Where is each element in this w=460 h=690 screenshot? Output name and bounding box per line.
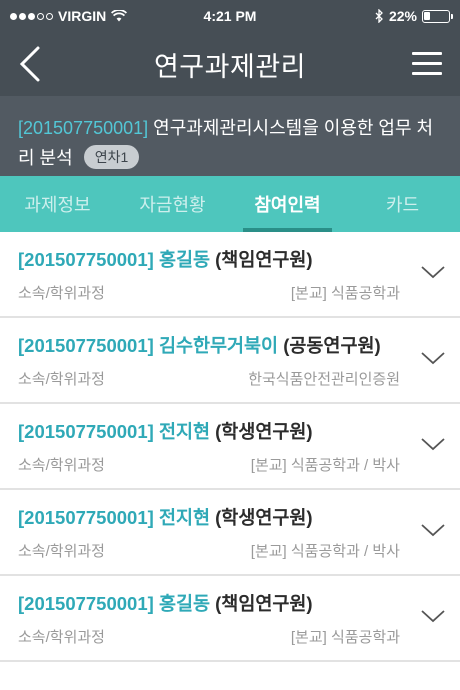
item-subline: 소속/학위과정 한국식품안전관리인증원	[18, 368, 400, 389]
member-role: (책임연구원)	[215, 593, 313, 614]
member-id: [201507750001]	[18, 249, 154, 270]
tab-bar: 과제정보 자금현황 참여인력 카드	[0, 176, 460, 232]
signal-dots-icon	[10, 12, 53, 20]
tab-project-info[interactable]: 과제정보	[0, 176, 115, 232]
hamburger-menu-icon[interactable]	[412, 52, 442, 76]
tab-card[interactable]: 카드	[345, 176, 460, 232]
member-id: [201507750001]	[18, 507, 154, 528]
battery-percent: 22%	[388, 8, 417, 24]
member-role: (학생연구원)	[215, 507, 313, 528]
carrier-label: VIRGIN	[58, 8, 107, 24]
chevron-down-icon[interactable]	[420, 264, 446, 280]
list-item[interactable]: [201507750001] 홍길동 (책임연구원) 소속/학위과정 [본교] …	[0, 232, 460, 318]
affiliation-label: 소속/학위과정	[18, 371, 105, 388]
member-role: (책임연구원)	[215, 249, 313, 270]
tab-fund-status[interactable]: 자금현황	[115, 176, 230, 232]
chevron-down-icon[interactable]	[420, 608, 446, 624]
member-name: 전지현	[158, 421, 210, 442]
wifi-icon	[111, 10, 128, 22]
item-title: [201507750001] 홍길동 (책임연구원)	[18, 246, 400, 272]
participant-list: [201507750001] 홍길동 (책임연구원) 소속/학위과정 [본교] …	[0, 232, 460, 662]
battery-icon	[421, 9, 453, 23]
status-right: 22%	[300, 8, 453, 24]
nav-bar: 연구과제관리	[0, 32, 460, 96]
back-chevron-icon[interactable]	[14, 44, 50, 84]
list-item[interactable]: [201507750001] 전지현 (학생연구원) 소속/학위과정 [본교] …	[0, 490, 460, 576]
affiliation-value: [본교] 식품공학과 / 박사	[250, 543, 400, 560]
affiliation-value: [본교] 식품공학과	[290, 629, 400, 646]
affiliation-label: 소속/학위과정	[18, 629, 105, 646]
page-title: 연구과제관리	[153, 51, 307, 82]
member-name: 김수한무거북이	[158, 335, 279, 356]
status-bar: VIRGIN 4:21 PM 22%	[0, 0, 460, 32]
member-name: 홍길동	[158, 593, 210, 614]
status-time: 4:21 PM	[203, 8, 257, 24]
status-left: VIRGIN	[10, 8, 160, 24]
item-title: [201507750001] 김수한무거북이 (공동연구원)	[18, 332, 400, 358]
project-header: [201507750001] 연구과제관리시스템을 이용한 업무 처리 분석 연…	[0, 96, 460, 176]
year-badge: 연차1	[83, 145, 140, 169]
item-title: [201507750001] 전지현 (학생연구원)	[18, 504, 400, 530]
item-subline: 소속/학위과정 [본교] 식품공학과 / 박사	[18, 454, 400, 475]
battery-level-fill	[424, 12, 430, 20]
chevron-down-icon[interactable]	[420, 350, 446, 366]
item-subline: 소속/학위과정 [본교] 식품공학과	[18, 282, 400, 303]
bluetooth-icon	[375, 9, 383, 23]
item-title: [201507750001] 홍길동 (책임연구원)	[18, 590, 400, 616]
affiliation-value: [본교] 식품공학과 / 박사	[250, 457, 400, 474]
tab-participants[interactable]: 참여인력	[230, 176, 345, 232]
project-id: [201507750001]	[18, 118, 149, 138]
list-item[interactable]: [201507750001] 김수한무거북이 (공동연구원) 소속/학위과정 한…	[0, 318, 460, 404]
member-role: (공동연구원)	[283, 335, 381, 356]
chevron-down-icon[interactable]	[420, 522, 446, 538]
member-role: (학생연구원)	[215, 421, 313, 442]
affiliation-label: 소속/학위과정	[18, 285, 105, 302]
member-name: 홍길동	[158, 249, 210, 270]
list-item[interactable]: [201507750001] 홍길동 (책임연구원) 소속/학위과정 [본교] …	[0, 576, 460, 662]
member-id: [201507750001]	[18, 421, 154, 442]
affiliation-label: 소속/학위과정	[18, 457, 105, 474]
item-title: [201507750001] 전지현 (학생연구원)	[18, 418, 400, 444]
affiliation-label: 소속/학위과정	[18, 543, 105, 560]
member-id: [201507750001]	[18, 593, 154, 614]
item-subline: 소속/학위과정 [본교] 식품공학과	[18, 626, 400, 647]
item-subline: 소속/학위과정 [본교] 식품공학과 / 박사	[18, 540, 400, 561]
member-name: 전지현	[158, 507, 210, 528]
member-id: [201507750001]	[18, 335, 154, 356]
list-item[interactable]: [201507750001] 전지현 (학생연구원) 소속/학위과정 [본교] …	[0, 404, 460, 490]
chevron-down-icon[interactable]	[420, 436, 446, 452]
affiliation-value: 한국식품안전관리인증원	[248, 371, 400, 388]
affiliation-value: [본교] 식품공학과	[290, 285, 400, 302]
